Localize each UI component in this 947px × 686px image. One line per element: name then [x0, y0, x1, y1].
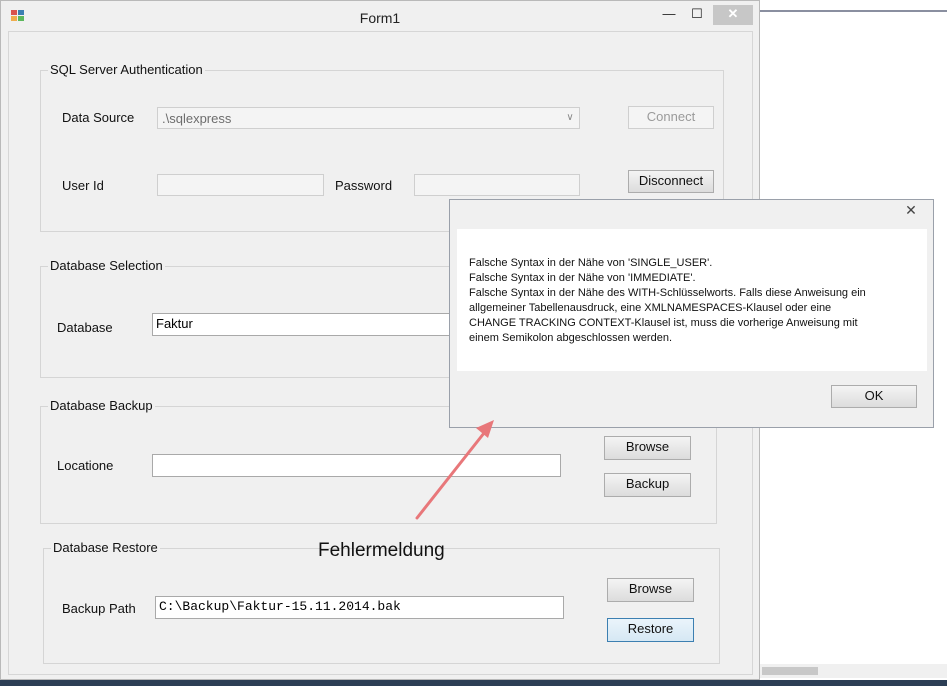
- connect-button[interactable]: Connect: [628, 106, 714, 129]
- message-line: allgemeiner Tabellenausdruck, eine XMLNA…: [469, 302, 832, 314]
- data-source-value: .\sqlexpress: [162, 111, 232, 126]
- chevron-down-icon[interactable]: ∨: [561, 108, 579, 128]
- message-line: Falsche Syntax in der Nähe von 'SINGLE_U…: [469, 257, 713, 269]
- close-button[interactable]: ✕: [713, 5, 753, 25]
- restore-group-label: Database Restore: [51, 540, 160, 555]
- message-line: einem Semikolon abgeschlossen werden.: [469, 332, 673, 344]
- title-bar[interactable]: Form1 — ☐ ✕: [1, 1, 759, 31]
- window-title: Form1: [359, 10, 401, 26]
- database-label: Database: [57, 320, 113, 335]
- message-line: CHANGE TRACKING CONTEXT-Klausel ist, mus…: [469, 317, 858, 329]
- database-input[interactable]: Faktur: [152, 313, 472, 336]
- minimize-button[interactable]: —: [656, 5, 682, 25]
- maximize-button[interactable]: ☐: [684, 5, 710, 25]
- message-box-body: [457, 229, 927, 371]
- ok-button[interactable]: OK: [831, 385, 917, 408]
- message-line: Falsche Syntax in der Nähe von 'IMMEDIAT…: [469, 272, 696, 284]
- backup-button[interactable]: Backup: [604, 473, 691, 497]
- disconnect-button[interactable]: Disconnect: [628, 170, 714, 193]
- auth-group-label: SQL Server Authentication: [48, 62, 205, 77]
- annotation-label: Fehlermeldung: [318, 540, 445, 561]
- location-label: Locatione: [57, 458, 114, 473]
- background-scrollbar-thumb[interactable]: [762, 667, 818, 675]
- message-box-close-button[interactable]: ✕: [896, 201, 926, 221]
- restore-browse-button[interactable]: Browse: [607, 578, 694, 602]
- selection-group-label: Database Selection: [48, 258, 165, 273]
- message-line: Falsche Syntax in der Nähe des WITH-Schl…: [469, 287, 866, 299]
- password-label: Password: [335, 178, 393, 193]
- backup-browse-button[interactable]: Browse: [604, 436, 691, 460]
- user-id-label: User Id: [62, 178, 104, 193]
- password-input[interactable]: [414, 174, 580, 196]
- backup-group-label: Database Backup: [48, 398, 155, 413]
- user-id-input[interactable]: [157, 174, 324, 196]
- backup-path-input[interactable]: C:\Backup\Faktur-15.11.2014.bak: [155, 596, 564, 619]
- taskbar-strip: [0, 680, 947, 686]
- data-source-combo[interactable]: .\sqlexpress ∨: [157, 107, 580, 129]
- backup-path-label: Backup Path: [62, 601, 136, 616]
- background-divider: [760, 10, 947, 12]
- restore-button[interactable]: Restore: [607, 618, 694, 642]
- annotation-arrow: [415, 420, 494, 520]
- data-source-label: Data Source: [62, 110, 135, 125]
